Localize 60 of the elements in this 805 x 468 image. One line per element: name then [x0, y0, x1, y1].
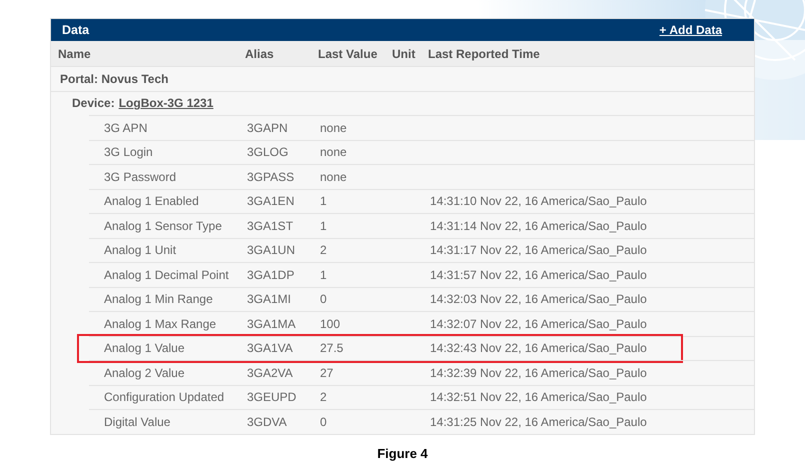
value-cell-text: 0	[320, 291, 328, 308]
name-cell-text: Analog 1 Decimal Point	[103, 266, 230, 284]
device-link[interactable]: LogBox-3G 1231	[118, 94, 214, 112]
value-cell-text: 1	[320, 266, 328, 284]
alias-cell-text: 3GDVA	[247, 414, 288, 431]
time-cell-text: 14:32:07 Nov 22, 16 America/Sao_Paulo	[430, 316, 647, 333]
value-cell-text: 2	[320, 242, 328, 260]
time-cell-text: 14:31:25 Nov 22, 16 America/Sao_Paulo	[430, 414, 647, 431]
value-cell-text: 2	[320, 389, 328, 406]
alias-cell-text: 3GA1DP	[247, 266, 296, 284]
alias-cell-text: 3GAPN	[247, 120, 289, 137]
value-cell-text: 0	[320, 414, 328, 431]
device-label: Device:	[72, 95, 115, 112]
column-header: Last Value	[318, 46, 378, 62]
column-header: Unit	[392, 46, 416, 62]
value-cell-text: 27	[320, 364, 334, 382]
value-cell-text: 1	[320, 218, 328, 235]
time-cell-text: 14:32:43 Nov 22, 16 America/Sao_Paulo	[430, 340, 647, 358]
name-cell-text: Configuration Updated	[103, 389, 226, 406]
value-cell-text: none	[320, 120, 348, 137]
name-cell-text: Analog 1 Unit	[103, 242, 178, 260]
name-cell-text: Analog 1 Value	[103, 340, 186, 358]
column-header: Alias	[245, 46, 275, 62]
add-data-link[interactable]: + Add Data	[659, 21, 722, 39]
alias-cell-text: 3GA1ST	[247, 218, 294, 235]
name-cell-text: 3G Login	[103, 144, 154, 162]
value-cell-text: none	[320, 144, 348, 162]
name-cell-text: 3G APN	[103, 120, 148, 137]
column-header: Last Reported Time	[428, 46, 541, 62]
alias-cell-text: 3GA2VA	[247, 364, 294, 382]
time-cell-text: 14:31:57 Nov 22, 16 America/Sao_Paulo	[430, 266, 647, 284]
alias-cell-text: 3GA1UN	[247, 242, 296, 260]
alias-cell-text: 3GEUPD	[247, 389, 298, 406]
name-cell-text: 3G Password	[103, 168, 178, 186]
portal-label: Portal: Novus Tech	[60, 70, 168, 88]
time-cell-text: 14:31:10 Nov 22, 16 America/Sao_Paulo	[430, 193, 647, 210]
time-cell-text: 14:31:14 Nov 22, 16 America/Sao_Paulo	[430, 218, 647, 235]
name-cell-text: Analog 1 Max Range	[103, 316, 218, 333]
alias-cell-text: 3GPASS	[247, 168, 296, 186]
time-cell-text: 14:32:39 Nov 22, 16 America/Sao_Paulo	[430, 364, 647, 382]
value-cell-text: none	[320, 168, 348, 186]
alias-cell-text: 3GA1EN	[247, 193, 296, 210]
alias-cell-text: 3GA1VA	[247, 340, 294, 358]
alias-cell-text: 3GA1MA	[247, 316, 297, 333]
name-cell-text: Digital Value	[103, 414, 172, 431]
figure-caption: Figure 4	[377, 444, 428, 463]
time-cell-text: 14:32:51 Nov 22, 16 America/Sao_Paulo	[430, 389, 647, 406]
panel-title: Data	[62, 22, 90, 39]
name-cell-text: Analog 1 Sensor Type	[103, 218, 223, 235]
column-header: Name	[58, 46, 92, 62]
name-cell-text: Analog 1 Enabled	[103, 193, 200, 210]
name-cell-text: Analog 2 Value	[103, 364, 186, 382]
value-cell-text: 100	[320, 316, 342, 333]
alias-cell-text: 3GA1MI	[247, 291, 292, 308]
value-cell-text: 27.5	[320, 340, 344, 358]
alias-cell-text: 3GLOG	[247, 144, 290, 162]
name-cell-text: Analog 1 Min Range	[103, 291, 214, 308]
time-cell-text: 14:31:17 Nov 22, 16 America/Sao_Paulo	[430, 242, 647, 260]
time-cell-text: 14:32:03 Nov 22, 16 America/Sao_Paulo	[430, 291, 647, 308]
value-cell-text: 1	[320, 193, 328, 210]
